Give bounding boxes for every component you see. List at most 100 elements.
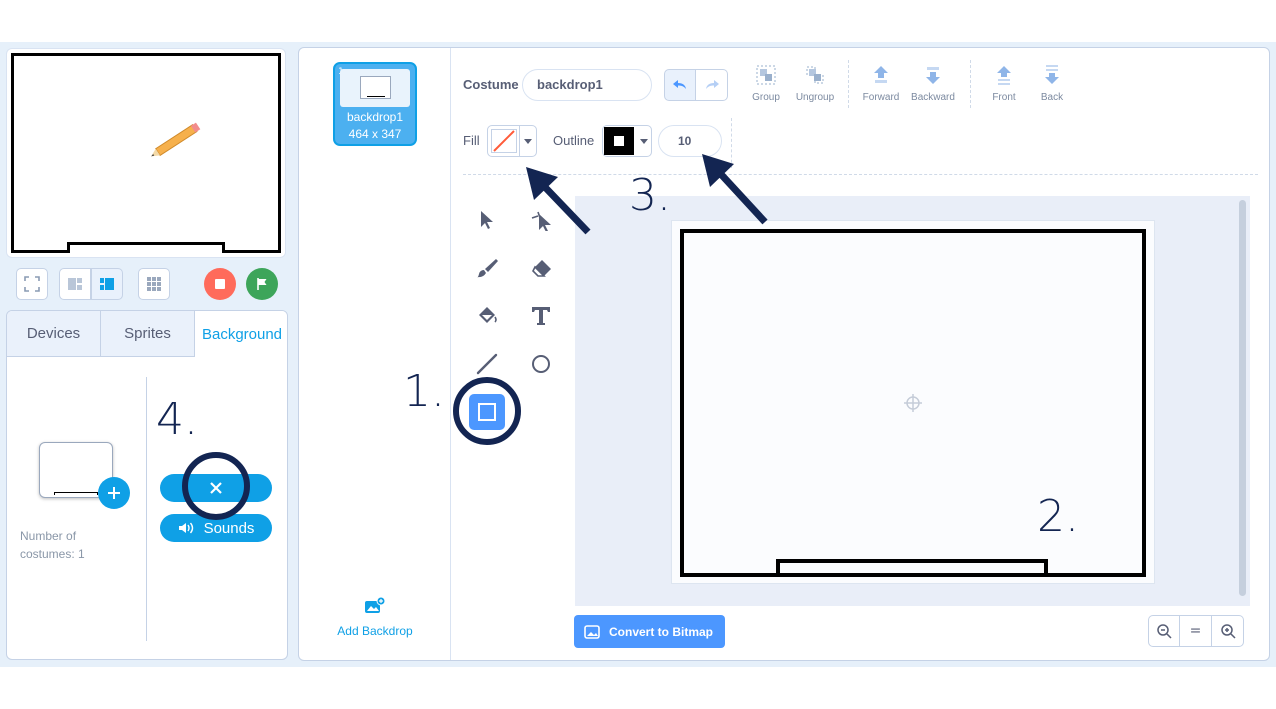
add-backdrop-icon[interactable] (364, 597, 386, 615)
image-icon (584, 624, 600, 639)
fullscreen-icon (24, 276, 40, 292)
paint-bucket-icon (479, 307, 497, 323)
select-tool[interactable] (469, 202, 505, 238)
convert-to-bitmap-button[interactable]: Convert to Bitmap (574, 615, 725, 648)
zoom-out-button[interactable] (1148, 615, 1180, 647)
arrow-cursor-icon (481, 211, 493, 229)
zoom-out-icon (1157, 624, 1172, 639)
tab-devices-label: Devices (26, 325, 81, 342)
grid-view-button[interactable] (138, 268, 170, 300)
forward-button[interactable]: Forward (853, 64, 909, 103)
fill-color-picker[interactable] (487, 125, 537, 157)
sounds-button[interactable]: Sounds (160, 514, 272, 542)
reshape-tool[interactable] (523, 202, 559, 238)
flag-icon (257, 278, 267, 290)
stop-icon (215, 279, 225, 289)
no-fill-icon (493, 130, 515, 152)
stage-preview[interactable] (6, 48, 286, 258)
reshape-icon (531, 211, 551, 231)
crosshair-icon (904, 394, 922, 412)
backward-button[interactable]: Backward (905, 64, 961, 103)
undo-icon (673, 80, 686, 89)
undo-button[interactable] (664, 69, 696, 101)
outline-label: Outline (553, 133, 595, 148)
ungroup-label: Ungroup (795, 92, 835, 103)
outline-swatch (604, 127, 634, 155)
redo-button[interactable] (696, 69, 728, 101)
outline-color-picker[interactable] (602, 125, 652, 157)
add-backdrop-label[interactable]: Add Backdrop (326, 624, 424, 638)
fill-tool[interactable] (469, 298, 505, 334)
backward-icon (926, 67, 940, 84)
large-stage-button[interactable] (91, 268, 123, 300)
chevron-down-icon (640, 139, 648, 144)
canvas-ledge-shape (776, 559, 1048, 577)
ungroup-icon (806, 66, 824, 84)
close-icon (210, 482, 222, 494)
group-button[interactable]: Group (738, 64, 794, 103)
ungroup-button[interactable]: Ungroup (787, 64, 843, 103)
costume-list-divider (450, 48, 451, 660)
tab-background[interactable]: Background (195, 311, 287, 357)
pencil-sprite-icon (151, 122, 201, 157)
stage-ledge-shape (67, 242, 225, 253)
speaker-icon (178, 522, 193, 534)
costume-name-input[interactable]: backdrop1 (522, 69, 652, 101)
tab-background-label: Background (201, 325, 283, 343)
small-stage-icon (68, 278, 82, 290)
canvas-page (671, 220, 1155, 584)
costume-thumb-shape (360, 76, 391, 99)
costume-tile[interactable]: 1 backdrop1 464 x 347 (333, 62, 417, 146)
add-backdrop-button[interactable] (98, 477, 130, 509)
line-icon (476, 353, 498, 375)
line-tool[interactable] (469, 346, 505, 382)
tab-sprites-label: Sprites (124, 325, 171, 342)
outline-width-input[interactable]: 10 (658, 125, 722, 157)
group-icon (756, 65, 776, 85)
thumbnail-ledge (54, 492, 98, 495)
brush-icon (477, 259, 498, 278)
sounds-label: Sounds (203, 519, 255, 537)
zoom-reset-button[interactable]: = (1180, 615, 1212, 647)
costume-thumb (340, 69, 410, 107)
eraser-tool[interactable] (523, 250, 559, 286)
costume-size: 464 x 347 (348, 127, 402, 141)
canvas-area[interactable] (575, 196, 1250, 606)
plus-icon (108, 487, 120, 499)
backward-label: Backward (911, 92, 955, 103)
canvas-scrollbar[interactable] (1239, 200, 1246, 596)
forward-icon (874, 66, 888, 83)
circle-tool[interactable] (523, 346, 559, 382)
grid-icon (147, 277, 161, 291)
annotation-step-1: 1. (403, 366, 445, 417)
tab-devices[interactable]: Devices (7, 311, 101, 357)
stop-button[interactable] (204, 268, 236, 300)
annotation-step-4: 4. (156, 394, 198, 445)
zoom-reset-label: = (1189, 623, 1202, 639)
annotation-step-3: 3. (629, 170, 671, 221)
forward-label: Forward (862, 92, 900, 103)
back-label: Back (1040, 92, 1064, 103)
circle-icon (532, 355, 550, 373)
stage-backdrop-frame (11, 53, 281, 253)
costumes-button[interactable] (160, 474, 272, 502)
back-button[interactable]: Back (1024, 64, 1080, 103)
text-icon (532, 307, 550, 325)
large-stage-icon (100, 278, 114, 290)
tab-sprites[interactable]: Sprites (101, 311, 195, 357)
fill-label: Fill (463, 133, 480, 148)
green-flag-button[interactable] (246, 268, 278, 300)
target-panel: Devices Sprites Background Number of cos… (6, 310, 288, 660)
text-tool[interactable] (523, 298, 559, 334)
back-icon (1045, 65, 1059, 84)
rectangle-tool[interactable] (469, 394, 505, 430)
small-stage-button[interactable] (59, 268, 91, 300)
brush-tool[interactable] (469, 250, 505, 286)
eraser-icon (532, 260, 551, 277)
zoom-in-button[interactable] (1212, 615, 1244, 647)
fullscreen-button[interactable] (16, 268, 48, 300)
convert-label: Convert to Bitmap (609, 624, 714, 639)
annotation-step-2: 2. (1037, 491, 1079, 542)
zoom-in-icon (1220, 624, 1236, 639)
panel-divider (146, 377, 147, 641)
